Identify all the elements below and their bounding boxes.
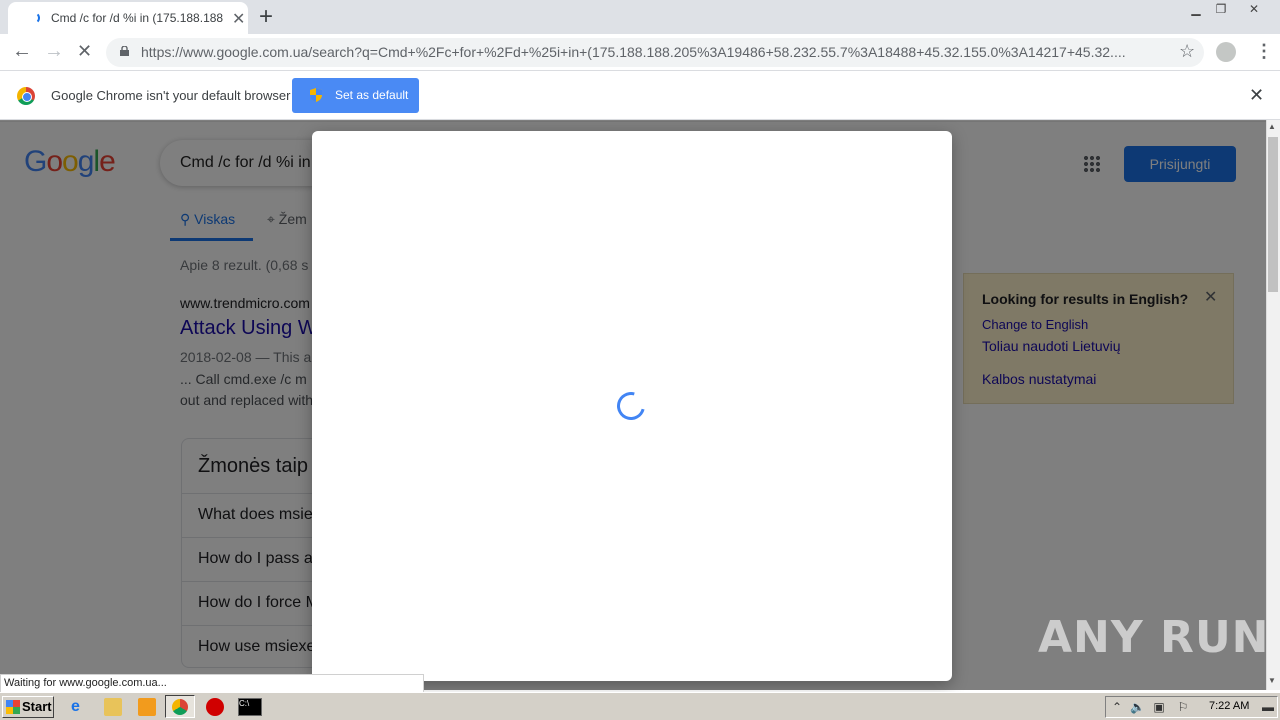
loading-spinner-icon	[611, 386, 651, 426]
close-window-button[interactable]: ✕	[1242, 2, 1266, 18]
lock-icon	[120, 46, 129, 56]
url-text: https://www.google.com.ua/search?q=Cmd+%…	[141, 44, 1126, 60]
chrome-taskbar-button[interactable]	[165, 695, 195, 718]
volume-icon[interactable]: 🔈	[1130, 700, 1145, 714]
tab-strip: Cmd /c for /d %i in (175.188.188.205 ✕ +…	[0, 0, 1280, 34]
scrollbar-thumb[interactable]	[1268, 137, 1278, 292]
close-tab-icon[interactable]: ✕	[232, 9, 245, 29]
windows-taskbar: Start e C:\ ⌃ 🔈 ▣ ⚐ 7:22 AM ▬	[0, 692, 1280, 720]
chrome-logo-icon	[17, 87, 35, 105]
tab-title: Cmd /c for /d %i in (175.188.188.205	[51, 11, 223, 25]
media-player-icon[interactable]	[138, 698, 156, 716]
start-button[interactable]: Start	[2, 696, 54, 718]
new-tab-button[interactable]: +	[259, 3, 273, 31]
menu-icon[interactable]: ⋮	[1255, 41, 1273, 62]
close-infobar-icon[interactable]: ✕	[1249, 85, 1264, 106]
loading-dialog	[312, 131, 952, 681]
start-label: Start	[22, 699, 52, 714]
browser-tab[interactable]: Cmd /c for /d %i in (175.188.188.205 ✕	[8, 2, 248, 34]
chrome-icon	[172, 699, 188, 715]
folder-icon[interactable]	[104, 698, 122, 716]
windows-flag-icon	[6, 700, 20, 714]
restore-button[interactable]: ❐	[1209, 2, 1233, 18]
forward-button[interactable]: →	[44, 40, 64, 63]
clock[interactable]: 7:22 AM	[1209, 700, 1249, 712]
profile-avatar[interactable]	[1216, 42, 1236, 62]
system-tray: ⌃ 🔈 ▣ ⚐ 7:22 AM ▬	[1105, 696, 1278, 718]
address-bar[interactable]: https://www.google.com.ua/search?q=Cmd+%…	[106, 38, 1204, 67]
minimize-button[interactable]: ▁	[1184, 2, 1208, 18]
show-hidden-icons-icon[interactable]: ⌃	[1110, 700, 1124, 714]
network-icon[interactable]: ▣	[1152, 700, 1166, 714]
browser-toolbar: ← → ✕ https://www.google.com.ua/search?q…	[0, 34, 1280, 71]
bookmark-star-icon[interactable]: ☆	[1179, 41, 1195, 62]
default-browser-infobar: Google Chrome isn't your default browser…	[0, 71, 1280, 120]
status-bubble: Waiting for www.google.com.ua...	[0, 674, 424, 692]
scroll-up-arrow-icon[interactable]: ▲	[1268, 122, 1276, 131]
back-button[interactable]: ←	[12, 40, 32, 63]
infobar-message: Google Chrome isn't your default browser	[51, 88, 291, 103]
action-center-flag-icon[interactable]: ⚐	[1176, 700, 1190, 714]
loading-spinner-icon	[28, 12, 40, 24]
set-as-default-label: Set as default	[335, 88, 409, 102]
show-desktop-icon[interactable]: ▬	[1261, 700, 1275, 714]
anyrun-watermark: ANY RUN	[1038, 612, 1270, 663]
stop-button[interactable]: ✕	[77, 41, 92, 62]
shield-icon	[310, 88, 322, 102]
set-as-default-button[interactable]: Set as default	[292, 78, 419, 113]
cmd-icon[interactable]: C:\	[238, 698, 262, 716]
scroll-down-arrow-icon[interactable]: ▼	[1268, 676, 1276, 685]
internet-explorer-icon[interactable]: e	[71, 698, 89, 716]
opera-icon[interactable]	[206, 698, 224, 716]
